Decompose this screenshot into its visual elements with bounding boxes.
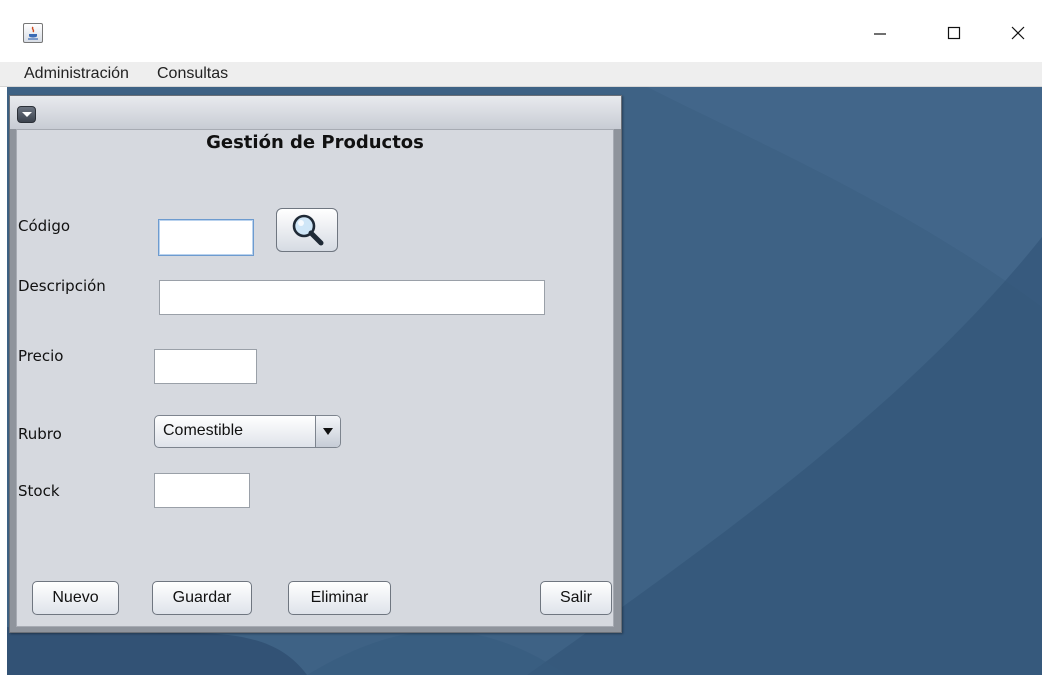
precio-label: Precio bbox=[18, 347, 64, 365]
rubro-label: Rubro bbox=[18, 425, 62, 443]
nuevo-button[interactable]: Nuevo bbox=[32, 581, 119, 615]
codigo-field[interactable] bbox=[158, 219, 254, 256]
menu-bar: Administración Consultas bbox=[0, 62, 1042, 87]
eliminar-button[interactable]: Eliminar bbox=[288, 581, 391, 615]
frame-titlebar[interactable] bbox=[10, 96, 621, 129]
rubro-combobox[interactable]: Comestible bbox=[154, 415, 341, 448]
chevron-down-icon[interactable] bbox=[17, 106, 36, 123]
precio-field[interactable] bbox=[154, 349, 257, 384]
internal-frame-gestion-productos: Gestión de Productos Código Descripción … bbox=[9, 95, 622, 633]
window-titlebar bbox=[0, 0, 1042, 62]
descripcion-label: Descripción bbox=[18, 277, 106, 295]
form-title: Gestión de Productos bbox=[206, 132, 424, 153]
search-button[interactable] bbox=[276, 208, 338, 252]
stock-label: Stock bbox=[18, 482, 60, 500]
guardar-button[interactable]: Guardar bbox=[152, 581, 252, 615]
salir-button[interactable]: Salir bbox=[540, 581, 612, 615]
stock-field[interactable] bbox=[154, 473, 250, 508]
menu-consultas[interactable]: Consultas bbox=[157, 65, 228, 83]
minimize-button[interactable] bbox=[860, 18, 900, 48]
form-panel: Gestión de Productos Código Descripción … bbox=[16, 129, 614, 627]
dropdown-arrow-icon[interactable] bbox=[315, 416, 340, 447]
maximize-button[interactable] bbox=[934, 18, 974, 48]
minimize-icon bbox=[874, 33, 886, 35]
maximize-icon bbox=[947, 26, 961, 40]
codigo-label: Código bbox=[18, 217, 71, 235]
search-icon bbox=[292, 214, 324, 246]
rubro-selected-value: Comestible bbox=[163, 422, 244, 439]
close-icon bbox=[1011, 26, 1025, 40]
descripcion-field[interactable] bbox=[159, 280, 545, 315]
java-icon[interactable] bbox=[23, 23, 43, 43]
menu-administracion[interactable]: Administración bbox=[24, 65, 129, 83]
close-button[interactable] bbox=[998, 18, 1038, 48]
